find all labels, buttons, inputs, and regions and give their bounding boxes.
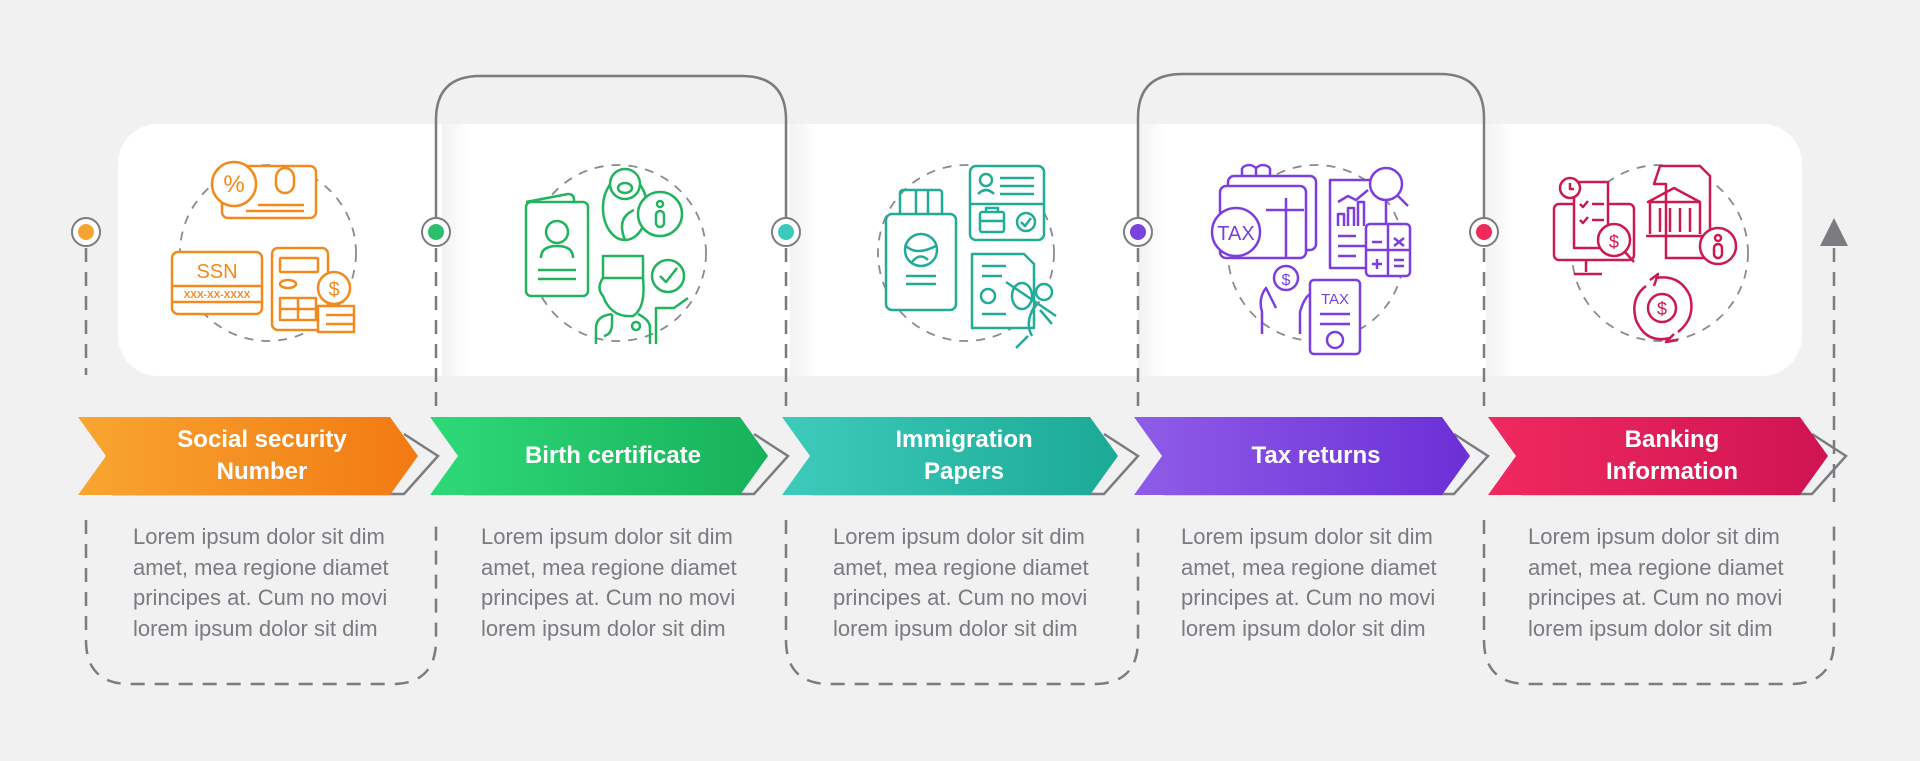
ssn-card-icon: % SSN XXX-XX-XXXX $ [158, 148, 378, 358]
svg-text:$: $ [1609, 232, 1619, 252]
step-description: Lorem ipsum dolor sit dim amet, mea regi… [1528, 524, 1784, 641]
chevron-ribbons [78, 417, 1828, 495]
step-title: Immigration Papers [895, 426, 1033, 485]
tax-returns-icon: TAX $ TAX [1206, 148, 1426, 358]
step-node [771, 217, 801, 247]
step-title: Social security Number [177, 426, 347, 485]
step-description: Lorem ipsum dolor sit dim amet, mea regi… [133, 524, 389, 641]
step-title: Tax returns [1251, 442, 1381, 469]
svg-text:$: $ [328, 279, 339, 301]
svg-text:%: % [223, 171, 244, 198]
step-title: Banking Information [1606, 426, 1738, 485]
svg-text:XXX-XX-XXXX: XXX-XX-XXXX [184, 290, 251, 301]
step-node [1123, 217, 1153, 247]
svg-text:$: $ [1657, 299, 1667, 319]
svg-text:$: $ [1282, 272, 1291, 289]
step-description: Lorem ipsum dolor sit dim amet, mea regi… [833, 524, 1089, 641]
step-description: Lorem ipsum dolor sit dim amet, mea regi… [481, 524, 737, 641]
step-title: Birth certificate [524, 442, 702, 469]
immigration-papers-icon [856, 148, 1076, 358]
svg-text:TAX: TAX [1217, 223, 1254, 245]
step-node [421, 217, 451, 247]
svg-text:SSN: SSN [196, 261, 237, 283]
banking-information-icon: $ $ [1550, 148, 1770, 358]
step-node [1469, 217, 1499, 247]
svg-text:TAX: TAX [1321, 291, 1349, 308]
step-description: Lorem ipsum dolor sit dim amet, mea regi… [1181, 524, 1437, 641]
birth-certificate-icon [508, 148, 728, 358]
step-node [71, 217, 101, 247]
